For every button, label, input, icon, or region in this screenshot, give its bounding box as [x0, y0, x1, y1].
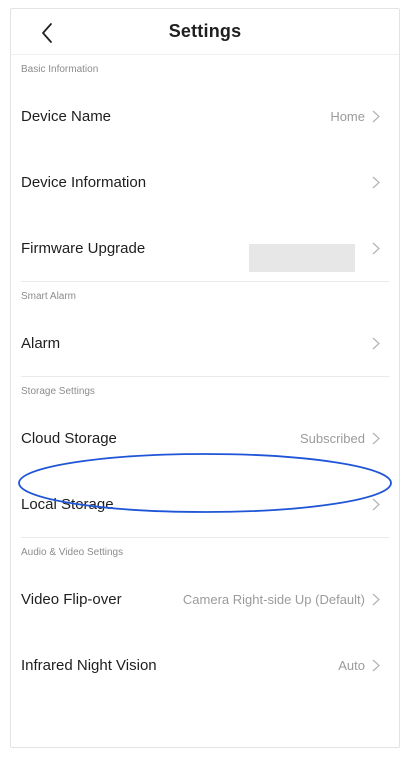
row-cloud-storage[interactable]: Cloud Storage Subscribed [11, 405, 399, 471]
chevron-left-icon [42, 23, 52, 43]
row-value: Camera Right-side Up (Default) [182, 591, 365, 607]
row-label: Firmware Upgrade [21, 239, 146, 257]
section-label-basic-information: Basic Information [21, 63, 99, 75]
redacted-value-bar [249, 244, 355, 272]
chevron-right-icon [371, 497, 381, 511]
row-device-name[interactable]: Device Name Home [11, 83, 399, 149]
row-right: Camera Right-side Up (Default) [183, 592, 381, 607]
row-label: Device Information [21, 173, 147, 191]
header: Settings [11, 9, 399, 55]
row-value: Auto [338, 657, 365, 673]
chevron-right-icon [371, 592, 381, 606]
row-label: Device Name [21, 107, 112, 125]
row-infrared-night-vision[interactable]: Infrared Night Vision Auto [11, 632, 399, 698]
row-label: Alarm [21, 334, 61, 352]
section-label-smart-alarm: Smart Alarm [21, 290, 77, 302]
chevron-right-icon [371, 431, 381, 445]
row-value: Home [330, 108, 365, 124]
row-right [371, 497, 381, 511]
settings-screen: Settings Basic Information Device Name H… [10, 8, 400, 748]
section-label-storage-settings: Storage Settings [21, 385, 95, 397]
chevron-right-icon [371, 336, 381, 350]
chevron-right-icon [371, 241, 381, 255]
row-right: Subscribed [300, 431, 381, 446]
row-label: Video Flip-over [21, 590, 122, 608]
row-local-storage[interactable]: Local Storage [11, 471, 399, 537]
page-title: Settings [168, 21, 242, 41]
row-value: Subscribed [299, 430, 365, 446]
chevron-right-icon [371, 658, 381, 672]
row-device-information[interactable]: Device Information [11, 149, 399, 215]
row-right: Home [330, 109, 381, 124]
back-button[interactable] [33, 20, 61, 46]
section-label-audio-video-settings: Audio & Video Settings [21, 546, 124, 558]
row-video-flip-over[interactable]: Video Flip-over Camera Right-side Up (De… [11, 566, 399, 632]
row-right [365, 175, 381, 189]
chevron-right-icon [371, 109, 381, 123]
row-label: Infrared Night Vision [21, 656, 157, 674]
chevron-right-icon [371, 175, 381, 189]
row-firmware-upgrade[interactable]: Firmware Upgrade [11, 215, 399, 281]
row-alarm[interactable]: Alarm [11, 310, 399, 376]
row-label: Local Storage [21, 495, 114, 513]
row-right [249, 234, 381, 272]
row-right [371, 336, 381, 350]
row-label: Cloud Storage [21, 429, 117, 447]
row-right: Auto [338, 658, 381, 673]
